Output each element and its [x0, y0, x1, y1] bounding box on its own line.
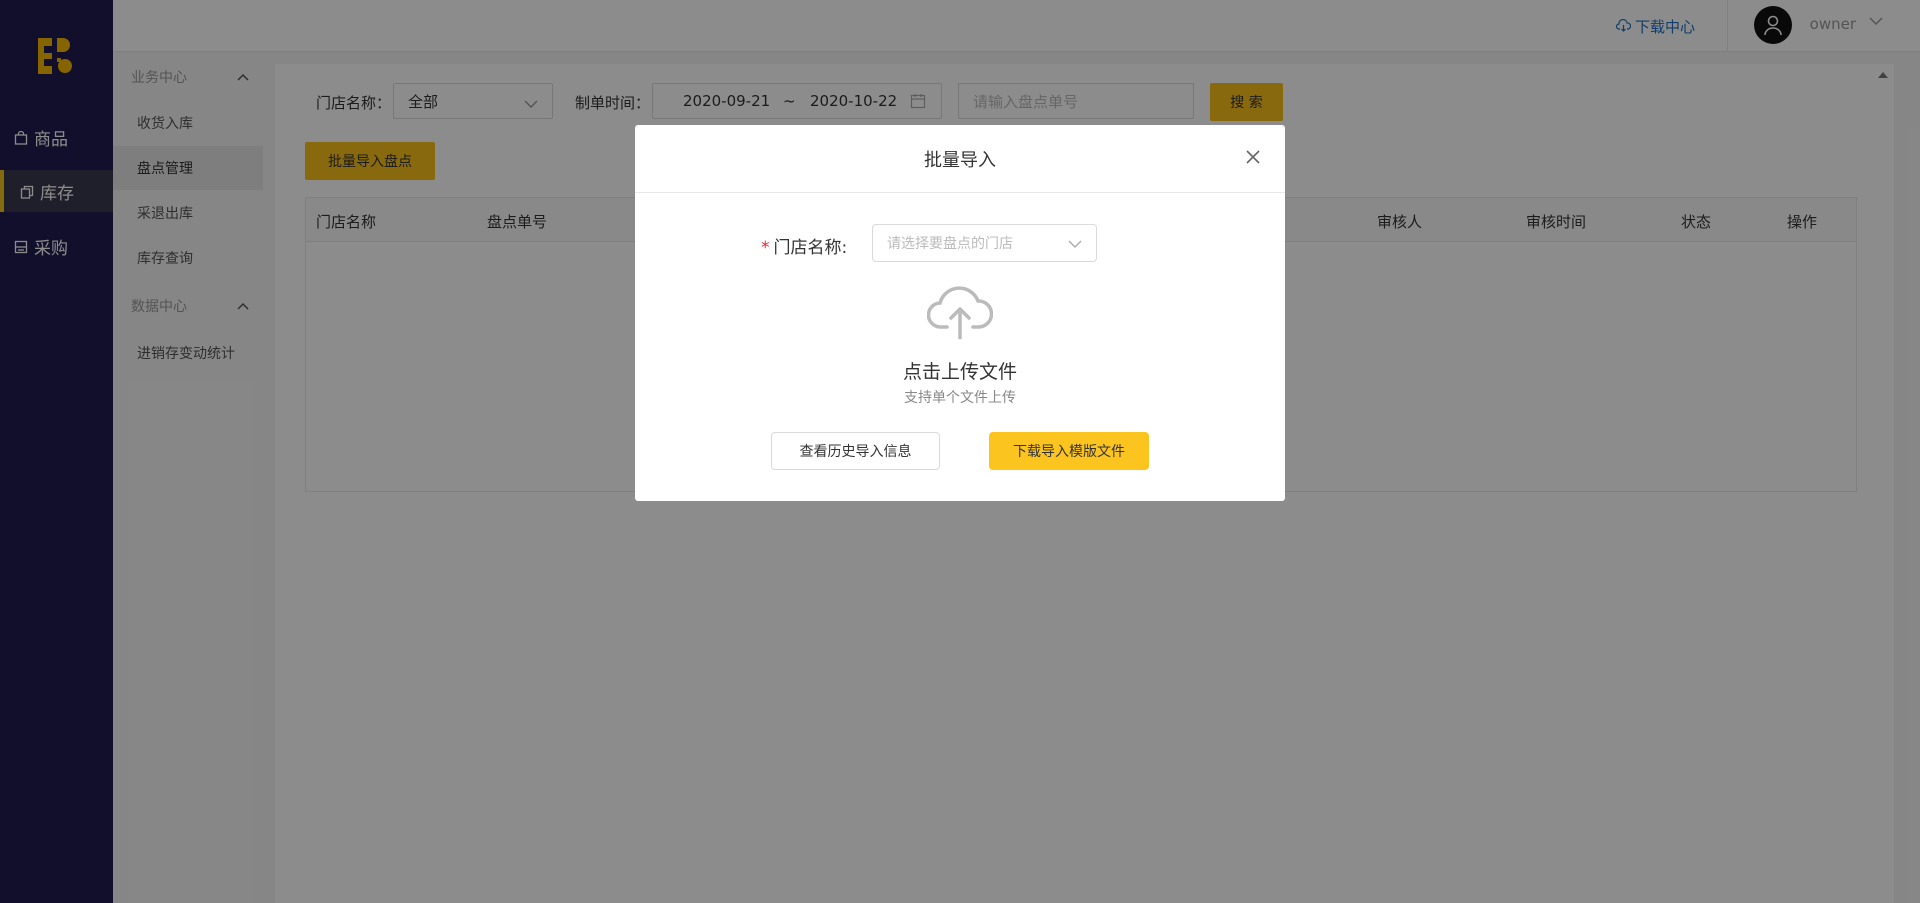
store-select-placeholder: 请选择要盘点的门店 [887, 236, 1013, 252]
upload-title: 点击上传文件 [902, 361, 1017, 383]
chevron-down-icon [1068, 237, 1082, 253]
cloud-upload-icon [926, 285, 994, 343]
required-mark: * [761, 238, 770, 258]
close-icon[interactable] [1245, 149, 1261, 169]
modal-title: 批量导入 [924, 149, 996, 171]
upload-dropzone[interactable]: 点击上传文件 支持单个文件上传 [860, 285, 1060, 406]
batch-import-modal: 批量导入 * 门店名称: 请选择要盘点的门店 点击上传文件 支持单个文件上传 查看… [635, 125, 1285, 501]
store-field-label-text: 门店名称: [773, 238, 848, 258]
view-history-button[interactable]: 查看历史导入信息 [771, 432, 940, 470]
store-select[interactable]: 请选择要盘点的门店 [872, 224, 1097, 262]
store-field-label: * 门店名称: [761, 233, 847, 258]
download-template-button[interactable]: 下载导入模版文件 [989, 432, 1149, 470]
modal-header: 批量导入 [635, 125, 1285, 193]
upload-subtitle: 支持单个文件上传 [904, 390, 1016, 406]
